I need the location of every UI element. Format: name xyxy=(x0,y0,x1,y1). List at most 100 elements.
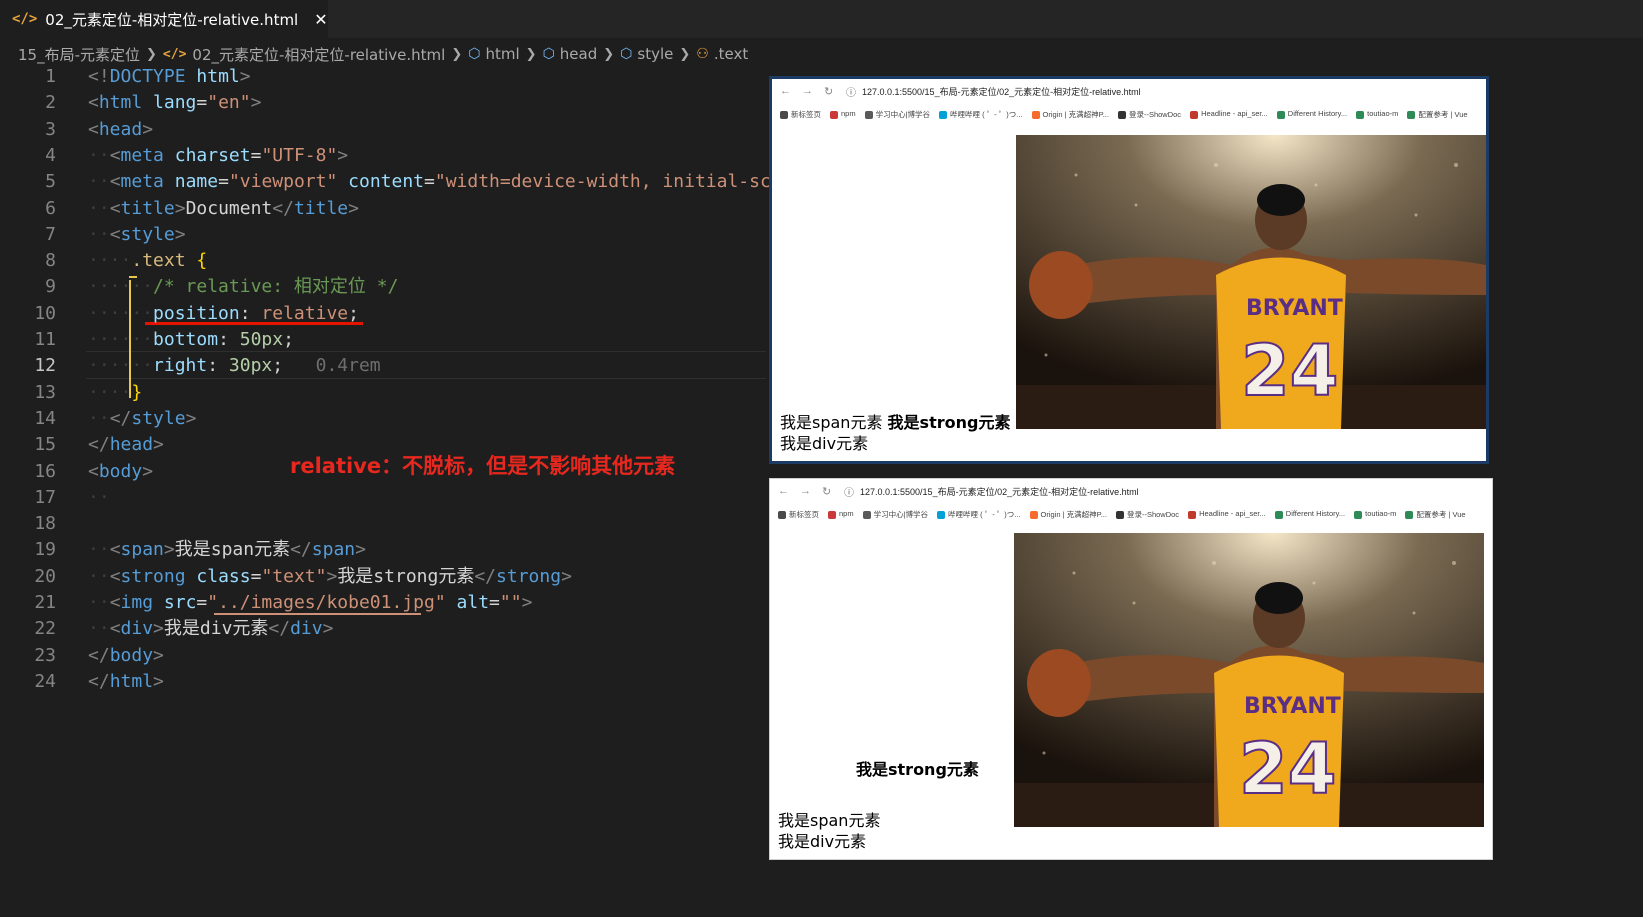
code-line[interactable]: 5 ··<meta name="viewport" content="width=… xyxy=(0,169,800,195)
code-line[interactable]: 3 <head> xyxy=(0,117,800,143)
code-token: ······ xyxy=(88,329,154,350)
code-line[interactable]: 23 </body> xyxy=(0,643,800,669)
code-token: > xyxy=(142,460,154,482)
line-number: 18 xyxy=(34,513,56,535)
line-number: 10 xyxy=(34,302,56,324)
address-bar[interactable]: ← → ↻ ⓘ 127.0.0.1:5500/15_布局-元素定位/02_元素定… xyxy=(772,79,1486,103)
tab-active-file[interactable]: </> 02_元素定位-相对定位-relative.html ✕ xyxy=(0,0,328,38)
code-line[interactable]: 4 ··<meta charset="UTF-8"> xyxy=(0,143,800,169)
reload-icon[interactable]: ↻ xyxy=(824,85,838,98)
url-text[interactable]: 127.0.0.1:5500/15_布局-元素定位/02_元素定位-相对定位-r… xyxy=(862,85,1141,98)
code-token: 我是strong元素 xyxy=(337,565,475,587)
bookmark-label: 新标签页 xyxy=(791,109,821,119)
code-content: <head> xyxy=(88,117,153,143)
address-bar[interactable]: ← → ↻ ⓘ 127.0.0.1:5500/15_布局-元素定位/02_元素定… xyxy=(770,479,1492,503)
back-icon[interactable]: ← xyxy=(780,85,794,97)
bookmark-item[interactable]: 新标签页 xyxy=(778,509,819,520)
code-line[interactable]: 1 <!DOCTYPE html> xyxy=(0,64,800,90)
code-token: : xyxy=(239,302,262,324)
info-icon[interactable]: ⓘ xyxy=(846,84,856,99)
bookmark-item[interactable]: 学习中心|博学谷 xyxy=(862,509,928,520)
bookmark-item[interactable]: Headline - api_ser... xyxy=(1188,509,1266,519)
forward-icon[interactable]: → xyxy=(800,485,814,497)
code-content: <html lang="en"> xyxy=(88,90,261,116)
bookmark-item[interactable]: 新标签页 xyxy=(780,109,821,120)
breadcrumb-head[interactable]: head xyxy=(560,45,597,63)
code-line[interactable]: 15 </head> xyxy=(0,432,800,458)
url-text[interactable]: 127.0.0.1:5500/15_布局-元素定位/02_元素定位-相对定位-r… xyxy=(860,485,1139,498)
code-token: > xyxy=(337,144,349,166)
code-line[interactable]: 21 ··<img src="../images/kobe01.jpg" alt=… xyxy=(0,590,800,616)
code-line[interactable]: 17 ·· xyxy=(0,485,800,511)
info-icon[interactable]: ⓘ xyxy=(844,484,854,499)
bookmark-item[interactable]: 登录--ShowDoc xyxy=(1115,509,1179,520)
bookmark-item[interactable]: Headline - api_ser... xyxy=(1190,109,1268,119)
bookmark-item[interactable]: Different History... xyxy=(1276,109,1347,119)
bookmark-item[interactable]: 哔哩哔哩 ( ゜- ゜)つ... xyxy=(939,109,1023,120)
bookmark-item[interactable]: 登录--ShowDoc xyxy=(1117,109,1182,120)
code-line[interactable]: 13 ····} xyxy=(0,380,800,406)
bookmark-item[interactable]: Origin | 克满超神P... xyxy=(1031,109,1109,120)
code-line[interactable]: 18 xyxy=(0,511,800,537)
code-token: name xyxy=(174,171,219,193)
bookmark-item[interactable]: 配置参考 | Vue xyxy=(1405,509,1466,520)
bookmark-item[interactable]: Different History... xyxy=(1274,509,1345,519)
code-line[interactable]: 11 ······bottom: 50px; xyxy=(0,327,800,353)
code-token: </ xyxy=(272,197,294,219)
code-line[interactable]: 10 ······position: relative; xyxy=(0,301,800,327)
code-line[interactable]: 24 </html> xyxy=(0,669,800,695)
code-content: <!DOCTYPE html> xyxy=(88,64,251,90)
reload-icon[interactable]: ↻ xyxy=(822,485,836,498)
code-token: = xyxy=(250,144,262,166)
chevron-right-icon: ❯ xyxy=(146,46,157,62)
bookmark-label: Origin | 克满超神P... xyxy=(1040,509,1107,519)
code-token: > xyxy=(250,92,262,114)
code-line[interactable]: 6 ··<title>Document</title> xyxy=(0,196,800,222)
code-content: </head> xyxy=(88,432,164,458)
bookmark-item[interactable]: 学习中心|博学谷 xyxy=(864,109,930,120)
bookmark-label: 登录--ShowDoc xyxy=(1128,109,1182,119)
bookmark-item[interactable]: 配置参考 | Vue xyxy=(1407,109,1468,120)
code-line[interactable]: 8 ····.text { xyxy=(0,248,800,274)
line-number: 7 xyxy=(45,223,56,245)
back-icon[interactable]: ← xyxy=(778,485,792,497)
breadcrumb-file[interactable]: 02_元素定位-相对定位-relative.html xyxy=(192,44,445,65)
code-line[interactable]: 19 ··<span>我是span元素</span> xyxy=(0,537,800,563)
forward-icon[interactable]: → xyxy=(802,85,816,97)
code-token: > xyxy=(348,197,359,219)
chevron-right-icon: ❯ xyxy=(679,46,691,62)
bookmark-item[interactable]: npm xyxy=(828,509,854,519)
code-line[interactable]: 20 ··<strong class="text">我是strong元素</str… xyxy=(0,564,800,590)
code-token: </ xyxy=(109,407,132,429)
breadcrumb-style[interactable]: style xyxy=(637,45,673,63)
bookmark-item[interactable]: npm xyxy=(830,109,856,119)
code-line[interactable]: 9 ······/* relative: 相对定位 */ xyxy=(0,274,800,300)
code-content: ·· xyxy=(88,485,110,511)
code-line[interactable]: 12 ······right: 30px; 0.4rem xyxy=(0,353,800,379)
code-token: = xyxy=(218,171,229,193)
line-number: 2 xyxy=(45,92,56,114)
close-icon[interactable]: ✕ xyxy=(314,10,327,29)
div-element-text: 我是div元素 xyxy=(780,434,869,453)
jersey-name: BRYANT xyxy=(1246,296,1343,321)
code-line[interactable]: 14 ··</style> xyxy=(0,406,800,432)
bookmark-item[interactable]: toutiao-m xyxy=(1356,109,1398,119)
code-line[interactable]: 7 ··<style> xyxy=(0,222,800,248)
breadcrumb-selector[interactable]: .text xyxy=(714,45,748,63)
code-line[interactable]: 2 <html lang="en"> xyxy=(0,90,800,116)
bookmark-item[interactable]: Origin | 克满超神P... xyxy=(1029,509,1107,520)
code-editor[interactable]: relative：不脱标，但是不影响其他元素 1 <!DOCTYPE html> 2… xyxy=(0,64,800,704)
bookmark-label: toutiao-m xyxy=(1365,509,1397,519)
code-line[interactable]: 22 ··<div>我是div元素</div> xyxy=(0,616,800,642)
breadcrumb-folder[interactable]: 15_布局-元素定位 xyxy=(18,44,140,65)
element-icon: ⬡ xyxy=(468,46,481,62)
bookmark-item[interactable]: toutiao-m xyxy=(1354,509,1397,519)
breadcrumb-html[interactable]: html xyxy=(485,45,519,63)
code-line[interactable]: 16 <body> xyxy=(0,459,800,485)
code-content: ··<span>我是span元素</span> xyxy=(88,537,366,563)
code-token: < xyxy=(109,197,121,219)
bookmark-item[interactable]: 哔哩哔哩 ( ゜- ゜)つ... xyxy=(937,509,1021,520)
code-token: = xyxy=(489,592,500,613)
